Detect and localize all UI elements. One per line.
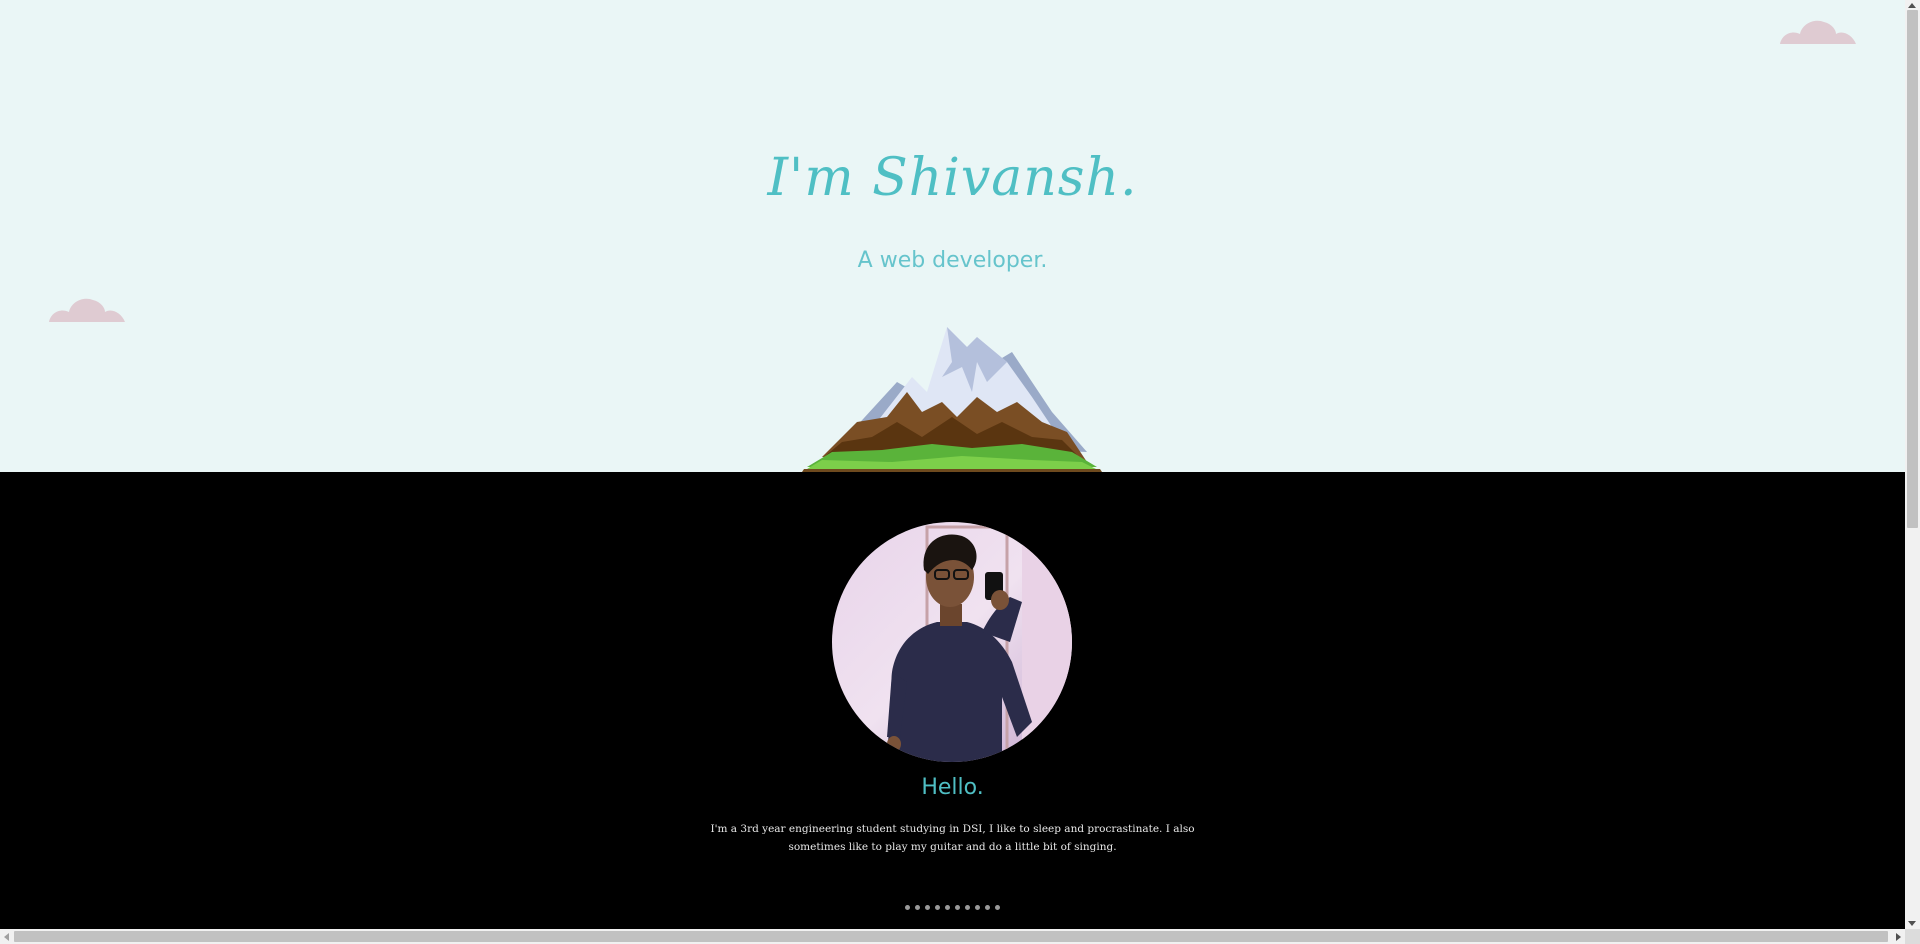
about-heading: Hello. (921, 775, 984, 800)
vertical-scrollbar[interactable] (1905, 0, 1920, 929)
dot-divider (0, 905, 1905, 910)
about-section: Hello. I'm a 3rd year engineering studen… (0, 472, 1905, 929)
dot (925, 905, 930, 910)
page-viewport: I'm Shivansh. A web developer. Hello. I'… (0, 0, 1905, 929)
cloud-icon (49, 298, 125, 322)
horizontal-scroll-thumb[interactable] (14, 931, 1888, 942)
dot (975, 905, 980, 910)
cloud-icon (1780, 20, 1856, 44)
scroll-left-arrow-icon[interactable] (4, 933, 9, 941)
hero-title: I'm Shivansh. (767, 148, 1138, 208)
profile-photo (832, 522, 1072, 762)
hero-section: I'm Shivansh. A web developer. (0, 0, 1905, 472)
scroll-up-arrow-icon[interactable] (1908, 3, 1916, 8)
dot (905, 905, 910, 910)
dot (935, 905, 940, 910)
scrollbar-corner (1905, 929, 1920, 944)
scroll-right-arrow-icon[interactable] (1896, 933, 1901, 941)
dot (985, 905, 990, 910)
dot (995, 905, 1000, 910)
vertical-scroll-thumb[interactable] (1907, 10, 1918, 528)
hero-subtitle: A web developer. (857, 248, 1048, 273)
dot (915, 905, 920, 910)
scroll-down-arrow-icon[interactable] (1908, 921, 1916, 926)
dot (965, 905, 970, 910)
dot (945, 905, 950, 910)
mountain-illustration (802, 327, 1102, 472)
about-bio: I'm a 3rd year engineering student study… (710, 823, 1195, 853)
dot (955, 905, 960, 910)
horizontal-scrollbar[interactable] (0, 929, 1905, 944)
profile-photo-image (832, 522, 1072, 762)
